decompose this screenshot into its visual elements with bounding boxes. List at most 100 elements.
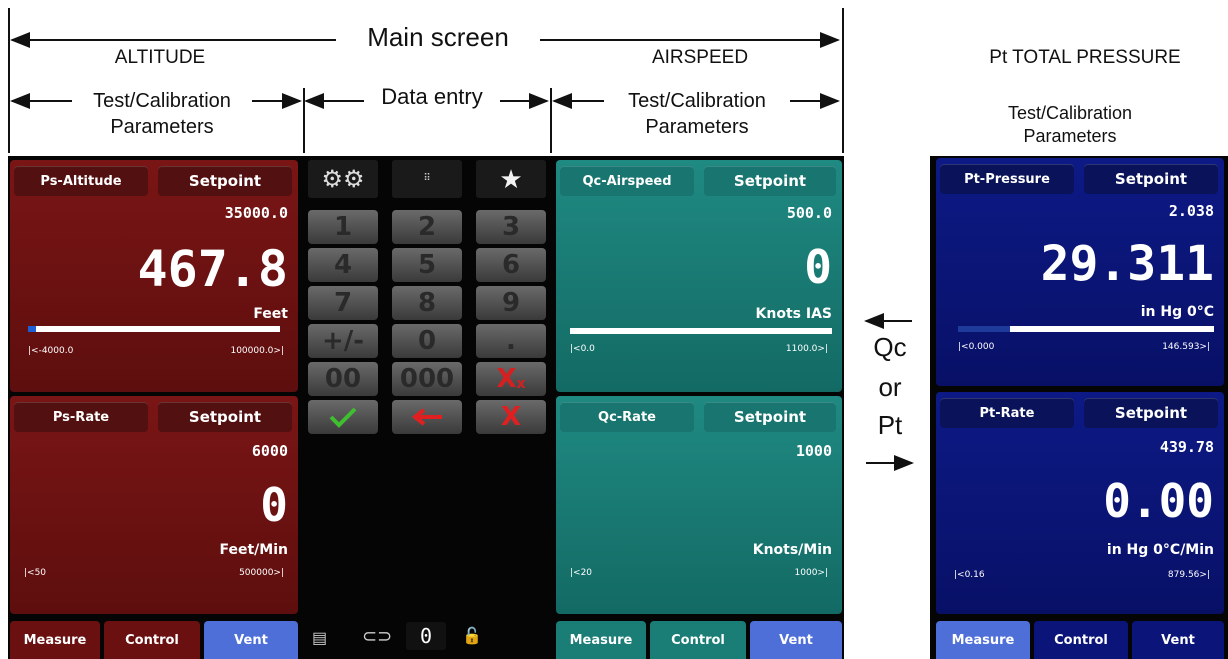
main-screen: Ps-Altitude Setpoint 35000.0 467.8 Feet … (8, 156, 844, 659)
key-8[interactable]: 8 (392, 286, 462, 320)
airspeed-rate-setpoint-button[interactable]: Setpoint (704, 402, 836, 432)
annotation-qc: Qc (873, 332, 907, 362)
qc-airspeed-button[interactable]: Qc-Airspeed (560, 166, 694, 196)
status-bar: ▤ ⊂⊃ 0 🔓 (302, 620, 552, 654)
airspeed-rate-setpoint-value[interactable]: 1000 (796, 442, 832, 460)
key-plus-minus[interactable]: +/- (308, 324, 378, 358)
altitude-range-min: |<-4000.0 (28, 346, 74, 356)
pt-pressure-button[interactable]: Pt-Pressure (940, 164, 1074, 194)
tab-control-pt[interactable]: Control (1034, 621, 1128, 659)
pt-screen: Pt-Pressure Setpoint 2.038 29.311 in Hg … (930, 156, 1228, 659)
altitude-range-fill (28, 326, 36, 332)
airspeed-reading: 0 (804, 240, 832, 294)
annotation-alt-testcal-1: Test/Calibration (93, 90, 231, 112)
airspeed-rate-panel[interactable]: Qc-Rate Setpoint 1000 Knots/Min |<20 100… (556, 396, 842, 614)
ps-rate-button[interactable]: Ps-Rate (14, 402, 148, 432)
annotation-main-screen: Main screen (367, 22, 509, 52)
altitude-range-max: 100000.0>| (230, 346, 284, 356)
altitude-rate-setpoint-button[interactable]: Setpoint (158, 402, 292, 432)
key-00[interactable]: 00 (308, 362, 378, 396)
key-clear[interactable]: Xx (476, 362, 546, 396)
enter-button[interactable] (308, 400, 378, 434)
clear-icon: X (496, 364, 517, 394)
backspace-arrow-icon (411, 408, 442, 426)
pt-range-max: 146.593>| (1162, 342, 1210, 352)
airspeed-rate-unit: Knots/Min (752, 542, 832, 558)
key-1[interactable]: 1 (308, 210, 378, 244)
airspeed-range-max: 1100.0>| (785, 344, 828, 354)
cancel-button[interactable]: X (476, 400, 546, 434)
tab-measure-pt[interactable]: Measure (936, 621, 1030, 659)
pt-range-min: |<0.000 (958, 342, 995, 352)
altitude-rate-setpoint-value[interactable]: 6000 (252, 442, 288, 460)
altitude-unit: Feet (253, 306, 288, 322)
pt-range-fill (958, 326, 1010, 332)
link-icon: ⊂⊃ (362, 626, 393, 646)
data-entry-area: ⚙⚙ ⠿ ★ 1 2 3 4 5 6 7 8 9 +/- 0 . 00 000 … (302, 160, 552, 655)
zero-indicator[interactable]: 0 (406, 622, 446, 650)
annotation-pt-testcal-2: Parameters (1023, 126, 1117, 146)
pt-setpoint-button[interactable]: Setpoint (1084, 164, 1218, 194)
key-5[interactable]: 5 (392, 248, 462, 282)
tab-vent-left[interactable]: Vent (204, 621, 298, 659)
pt-rate-panel[interactable]: Pt-Rate Setpoint 439.78 0.00 in Hg 0°C/M… (936, 392, 1224, 614)
pt-unit: in Hg 0°C (1140, 304, 1214, 320)
backspace-button[interactable] (392, 400, 462, 434)
unlock-icon: 🔓 (462, 628, 482, 645)
airspeed-range-min: |<0.0 (570, 344, 595, 354)
annotation-pt: Pt (877, 410, 903, 440)
tab-vent-right[interactable]: Vent (750, 621, 842, 659)
pt-rate-range-min: |<0.16 (954, 570, 985, 580)
pt-rate-unit: in Hg 0°C/Min (1106, 542, 1214, 558)
gears-icon[interactable]: ⚙⚙ (308, 160, 378, 198)
annotation-airspeed: AIRSPEED (651, 47, 749, 68)
checkmark-icon (329, 407, 357, 428)
airspeed-panel[interactable]: Qc-Airspeed Setpoint 500.0 0 Knots IAS |… (556, 160, 842, 392)
altitude-rate-range-min: |<50 (24, 568, 47, 578)
tab-control-right[interactable]: Control (650, 621, 746, 659)
key-4[interactable]: 4 (308, 248, 378, 282)
keypad-toggle-icon[interactable]: ⠿ (392, 160, 462, 198)
tab-measure-right[interactable]: Measure (556, 621, 646, 659)
ps-altitude-button[interactable]: Ps-Altitude (14, 166, 148, 196)
key-0[interactable]: 0 (392, 324, 462, 358)
annotation-data-entry: Data entry (381, 84, 483, 109)
pt-pressure-panel[interactable]: Pt-Pressure Setpoint 2.038 29.311 in Hg … (936, 158, 1224, 386)
key-6[interactable]: 6 (476, 248, 546, 282)
pt-rate-range-max: 879.56>| (1167, 570, 1210, 580)
altitude-rate-panel[interactable]: Ps-Rate Setpoint 6000 0 Feet/Min |<50 50… (10, 396, 298, 614)
key-000[interactable]: 000 (392, 362, 462, 396)
altitude-setpoint-button[interactable]: Setpoint (158, 166, 292, 196)
altitude-panel[interactable]: Ps-Altitude Setpoint 35000.0 467.8 Feet … (10, 160, 298, 392)
annotation-air-testcal-1: Test/Calibration (628, 90, 766, 112)
airspeed-setpoint-button[interactable]: Setpoint (704, 166, 836, 196)
altitude-range-bar (28, 326, 280, 332)
key-7[interactable]: 7 (308, 286, 378, 320)
pt-rate-button[interactable]: Pt-Rate (940, 398, 1074, 428)
annotation-altitude: ALTITUDE (114, 47, 206, 68)
pt-rate-reading: 0.00 (1103, 474, 1214, 528)
annotation-pt-total-pressure: Pt TOTAL PRESSURE (989, 47, 1181, 68)
key-decimal[interactable]: . (476, 324, 546, 358)
key-3[interactable]: 3 (476, 210, 546, 244)
pt-rate-setpoint-button[interactable]: Setpoint (1084, 398, 1218, 428)
tab-measure-left[interactable]: Measure (10, 621, 100, 659)
pt-reading: 29.311 (1040, 236, 1214, 292)
key-9[interactable]: 9 (476, 286, 546, 320)
airspeed-setpoint-value[interactable]: 500.0 (787, 204, 832, 222)
altitude-rate-reading: 0 (260, 478, 288, 532)
altitude-rate-range-max: 500000>| (239, 568, 284, 578)
tab-vent-pt[interactable]: Vent (1132, 621, 1224, 659)
favorite-star-icon[interactable]: ★ (476, 160, 546, 198)
altitude-setpoint-value[interactable]: 35000.0 (225, 204, 288, 222)
tab-control-left[interactable]: Control (104, 621, 200, 659)
key-2[interactable]: 2 (392, 210, 462, 244)
altitude-reading: 467.8 (137, 240, 288, 298)
annotation-pt-testcal-1: Test/Calibration (1007, 103, 1133, 123)
device-icon: ▤ (312, 630, 328, 647)
annotation-or: or (878, 372, 902, 402)
cancel-icon: X (500, 402, 522, 432)
pt-setpoint-value[interactable]: 2.038 (1169, 202, 1214, 220)
qc-rate-button[interactable]: Qc-Rate (560, 402, 694, 432)
pt-rate-setpoint-value[interactable]: 439.78 (1160, 438, 1214, 456)
